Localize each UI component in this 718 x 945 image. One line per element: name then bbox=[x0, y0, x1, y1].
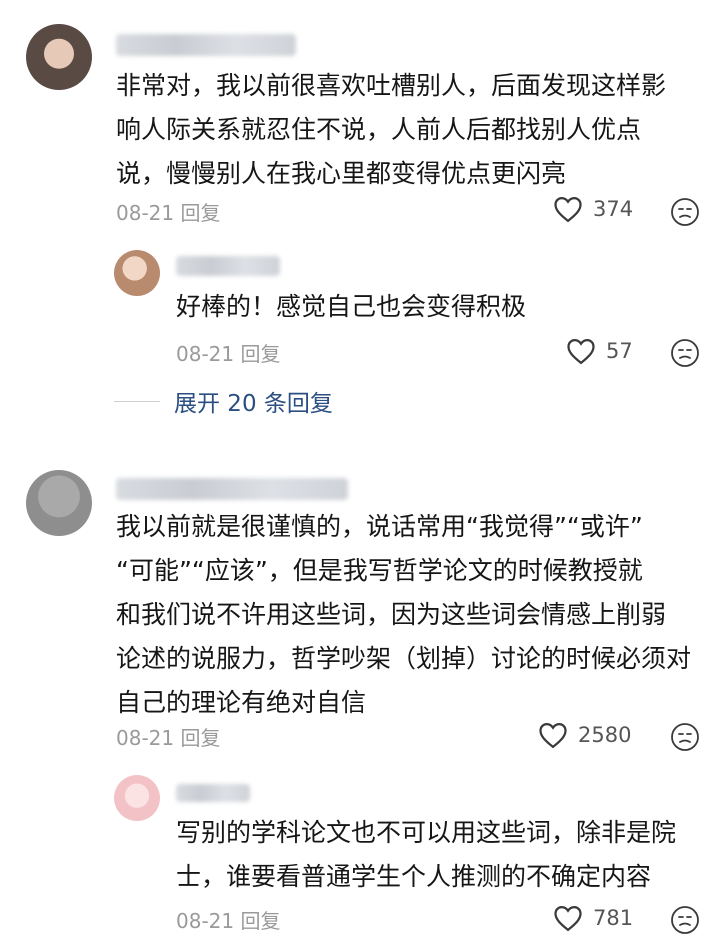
reply-meta: 08-21 回复 bbox=[176, 905, 280, 934]
sad-face-icon[interactable] bbox=[670, 197, 700, 227]
like-button[interactable]: 781 bbox=[553, 904, 633, 932]
like-count: 2580 bbox=[578, 723, 632, 747]
comment-date: 08-21 bbox=[116, 201, 175, 225]
like-count: 57 bbox=[606, 339, 633, 363]
heart-outline-icon bbox=[554, 905, 582, 932]
reply-button[interactable]: 回复 bbox=[240, 909, 280, 933]
comment-meta: 08-21 回复 bbox=[116, 722, 220, 751]
comment-text: 我以前就是很谨慎的，说话常用“我觉得”“或许” “可能”“应该”，但是我写哲学论… bbox=[116, 512, 692, 717]
reply-username-blurred[interactable] bbox=[176, 784, 250, 802]
heart-outline-icon bbox=[539, 722, 567, 749]
avatar[interactable] bbox=[26, 470, 92, 536]
reply-text: 好棒的！感觉自己也会变得积极 bbox=[176, 292, 527, 321]
reply-button[interactable]: 回复 bbox=[180, 201, 220, 225]
reply-username-blurred[interactable] bbox=[176, 256, 280, 276]
heart-outline-icon bbox=[554, 196, 582, 223]
reply-button[interactable]: 回复 bbox=[180, 726, 220, 750]
reply-meta: 08-21 回复 bbox=[176, 338, 280, 367]
avatar[interactable] bbox=[26, 24, 92, 90]
reply-avatar[interactable] bbox=[114, 775, 160, 821]
comment-text: 非常对，我以前很喜欢吐槽别人，后面发现这样影 响人际关系就忍住不说，人前人后都找… bbox=[116, 71, 667, 188]
like-button[interactable]: 57 bbox=[566, 337, 633, 365]
reply-avatar[interactable] bbox=[114, 250, 160, 296]
sad-face-icon[interactable] bbox=[670, 338, 700, 368]
like-button[interactable]: 374 bbox=[553, 195, 633, 223]
like-button[interactable]: 2580 bbox=[538, 721, 631, 749]
divider bbox=[114, 400, 160, 402]
like-count: 781 bbox=[593, 906, 634, 930]
sad-face-icon[interactable] bbox=[670, 905, 700, 935]
comment-date: 08-21 bbox=[116, 726, 175, 750]
expand-replies-label[interactable]: 展开 20 条回复 bbox=[174, 384, 333, 418]
username-blurred[interactable] bbox=[116, 34, 296, 56]
reply-button[interactable]: 回复 bbox=[240, 342, 280, 366]
reply-text: 写别的学科论文也不可以用这些词，除非是院 士，谁要看普通学生个人推测的不确定内容 bbox=[176, 818, 677, 891]
username-blurred[interactable] bbox=[116, 478, 348, 500]
like-count: 374 bbox=[593, 197, 634, 221]
comment-meta: 08-21 回复 bbox=[116, 197, 220, 226]
sad-face-icon[interactable] bbox=[670, 722, 700, 752]
reply-date: 08-21 bbox=[176, 342, 235, 366]
heart-outline-icon bbox=[567, 338, 595, 365]
expand-replies[interactable]: 展开 20 条回复 bbox=[114, 384, 333, 418]
reply-date: 08-21 bbox=[176, 909, 235, 933]
